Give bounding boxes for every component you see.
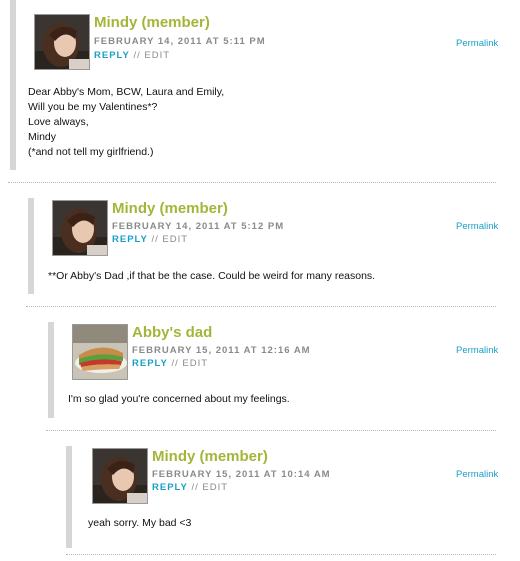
comment-author[interactable]: Mindy (member): [152, 448, 268, 465]
comment-author[interactable]: Mindy (member): [112, 200, 228, 217]
comment-line: **Or Abby's Dad ,if that be the case. Co…: [48, 270, 376, 282]
comment-date[interactable]: FEBRUARY 15, 2011 AT 10:14 AM: [152, 469, 331, 480]
comment-line: Love always,: [28, 116, 89, 128]
comment: Mindy (member) FEBRUARY 14, 2011 AT 5:11…: [0, 0, 520, 180]
thread-bar: [28, 198, 34, 294]
reply-link[interactable]: REPLY: [152, 482, 188, 493]
action-separator: //: [191, 482, 199, 493]
reply-link[interactable]: REPLY: [94, 50, 130, 61]
comment-line: Will you be my Valentines*?: [28, 101, 158, 113]
comment-actions: REPLY // EDIT: [112, 234, 188, 245]
edit-link[interactable]: EDIT: [144, 50, 170, 61]
comment-date[interactable]: FEBRUARY 14, 2011 AT 5:11 PM: [94, 36, 266, 47]
comment-divider: [46, 430, 496, 431]
comment-line: (*and not tell my girlfriend.): [28, 146, 154, 158]
comment: Mindy (member) FEBRUARY 14, 2011 AT 5:12…: [0, 190, 520, 300]
action-separator: //: [133, 50, 141, 61]
reply-link[interactable]: REPLY: [132, 358, 168, 369]
sandwich-photo-avatar-icon: [73, 325, 127, 379]
comment-author[interactable]: Abby's dad: [132, 324, 212, 341]
comment-line: Dear Abby's Mom, BCW, Laura and Emily,: [28, 86, 225, 98]
comment-actions: REPLY // EDIT: [152, 482, 228, 493]
comment-divider: [66, 554, 496, 555]
thread-bar: [48, 322, 54, 418]
permalink[interactable]: Permalink: [456, 469, 498, 480]
comment-body: Dear Abby's Mom, BCW, Laura and Emily, W…: [28, 85, 224, 160]
reply-link[interactable]: REPLY: [112, 234, 148, 245]
edit-link[interactable]: EDIT: [182, 358, 208, 369]
action-separator: //: [171, 358, 179, 369]
comment-actions: REPLY // EDIT: [132, 358, 208, 369]
edit-link[interactable]: EDIT: [162, 234, 188, 245]
avatar[interactable]: [52, 200, 108, 256]
woman-portrait-avatar-icon: [53, 201, 107, 255]
avatar[interactable]: [72, 324, 128, 380]
avatar[interactable]: [34, 14, 90, 70]
thread-bar: [66, 446, 72, 548]
comment-line: Mindy: [28, 131, 57, 143]
permalink[interactable]: Permalink: [456, 38, 498, 49]
comment-body: yeah sorry. My bad <3: [88, 516, 191, 531]
comment: Abby's dad FEBRUARY 15, 2011 AT 12:16 AM…: [0, 314, 520, 424]
comment-body: **Or Abby's Dad ,if that be the case. Co…: [48, 269, 375, 284]
comment: Mindy (member) FEBRUARY 15, 2011 AT 10:1…: [0, 438, 520, 554]
comment-divider: [26, 306, 496, 307]
comment-date[interactable]: FEBRUARY 14, 2011 AT 5:12 PM: [112, 221, 284, 232]
comment-divider: [8, 182, 496, 183]
comment-author[interactable]: Mindy (member): [94, 14, 210, 31]
comment-body: I'm so glad you're concerned about my fe…: [68, 392, 290, 407]
edit-link[interactable]: EDIT: [202, 482, 228, 493]
permalink[interactable]: Permalink: [456, 221, 498, 232]
action-separator: //: [151, 234, 159, 245]
comment-line: I'm so glad you're concerned about my fe…: [68, 393, 290, 405]
woman-portrait-avatar-icon: [93, 449, 147, 503]
comment-actions: REPLY // EDIT: [94, 50, 170, 61]
permalink[interactable]: Permalink: [456, 345, 498, 356]
comment-line: yeah sorry. My bad <3: [88, 517, 192, 529]
thread-bar: [10, 0, 16, 170]
woman-portrait-avatar-icon: [35, 15, 89, 69]
avatar[interactable]: [92, 448, 148, 504]
comment-date[interactable]: FEBRUARY 15, 2011 AT 12:16 AM: [132, 345, 311, 356]
